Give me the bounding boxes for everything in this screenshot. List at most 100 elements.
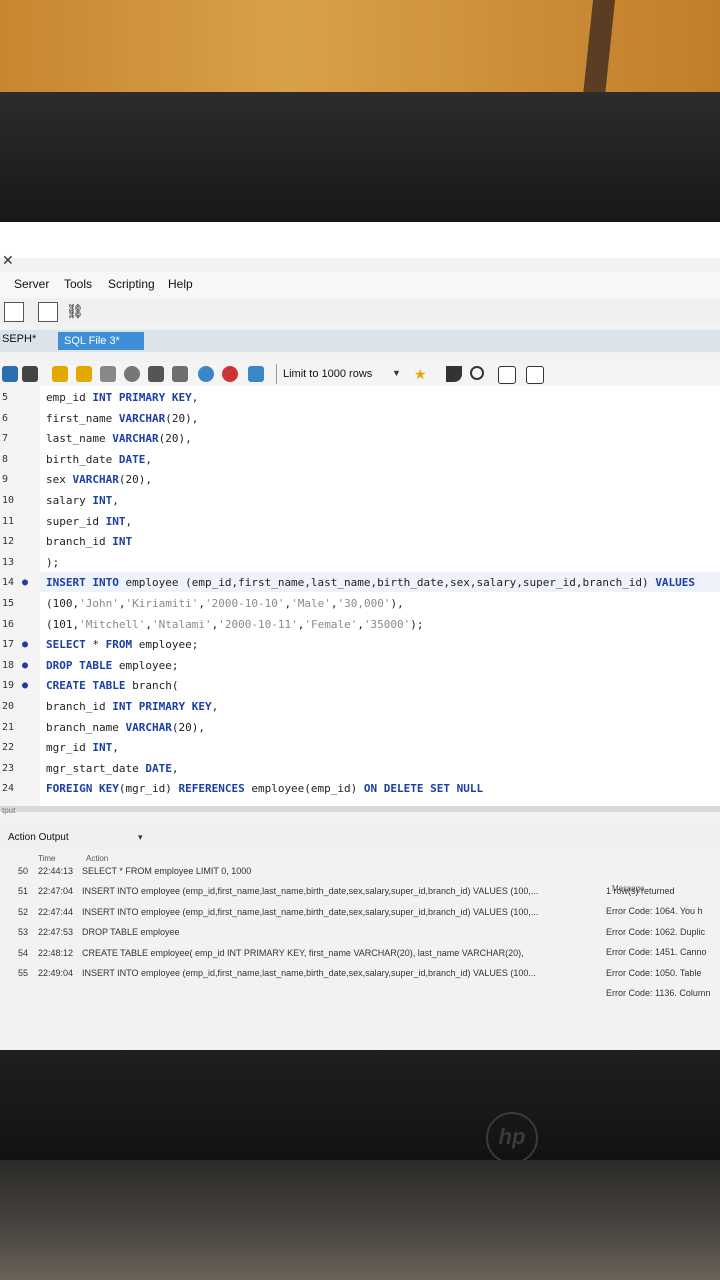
output-action: DROP TABLE employee	[82, 927, 180, 938]
line-number: 23	[2, 762, 15, 774]
output-time: 22:48:12	[38, 947, 74, 958]
code-line[interactable]: branch_id INT PRIMARY KEY,	[46, 700, 218, 713]
server-status-icon[interactable]	[4, 302, 24, 322]
line-number: 11	[2, 515, 15, 527]
panel-splitter[interactable]	[0, 806, 720, 812]
open-file-icon[interactable]	[2, 366, 18, 382]
output-num: 52	[18, 906, 29, 917]
output-action: CREATE TABLE employee( emp_id INT PRIMAR…	[82, 947, 524, 958]
laptop-bezel-top	[0, 92, 720, 232]
chevron-down-icon[interactable]: ▾	[138, 832, 143, 843]
toggle-errors-icon[interactable]	[148, 366, 164, 382]
code-line[interactable]: emp_id INT PRIMARY KEY,	[46, 391, 198, 404]
line-number: 18	[2, 659, 15, 671]
output-num: 55	[18, 968, 29, 978]
execute-icon[interactable]	[52, 366, 68, 382]
statement-marker-icon: ●	[22, 639, 29, 651]
window-titlebar	[0, 222, 720, 258]
commit-icon[interactable]	[198, 366, 214, 382]
line-number: 24	[2, 783, 15, 795]
statement-marker-icon: ●	[22, 659, 29, 671]
laptop-keyboard-area	[0, 1160, 720, 1280]
execute-current-icon[interactable]	[76, 366, 92, 382]
code-line[interactable]: INSERT INTO employee (emp_id,first_name,…	[46, 576, 695, 589]
tab-sql-file[interactable]: SQL File 3*	[58, 332, 144, 350]
line-number: 16	[2, 618, 15, 630]
stop-icon[interactable]	[124, 366, 140, 382]
line-number: 22	[2, 742, 15, 754]
column-header-action[interactable]: Action	[86, 854, 108, 863]
code-line[interactable]: (101,'Mitchell','Ntalami','2000-10-11','…	[46, 618, 424, 631]
line-number: 5	[2, 392, 9, 403]
code-line[interactable]: FOREIGN KEY(mgr_id) REFERENCES employee(…	[46, 782, 483, 795]
line-number: 12	[2, 536, 15, 548]
code-line[interactable]: (100,'John','Kiriamiti','2000-10-10','Ma…	[46, 597, 404, 610]
line-number: 17	[2, 639, 15, 651]
code-line[interactable]: birth_date DATE,	[46, 453, 152, 466]
code-line[interactable]: salary INT,	[46, 494, 119, 507]
rollback-icon[interactable]	[222, 366, 238, 382]
output-num: 54	[18, 947, 29, 958]
code-line[interactable]: SELECT * FROM employee;	[46, 638, 198, 651]
inspector-icon[interactable]	[38, 302, 58, 322]
invisible-chars-icon[interactable]	[498, 366, 516, 384]
output-time: 22:44:13	[38, 866, 74, 876]
output-action: SELECT * FROM employee LIMIT 0, 1000	[82, 866, 252, 876]
wrap-lines-icon[interactable]	[526, 366, 544, 384]
search-icon[interactable]	[470, 366, 484, 380]
line-number: 15	[2, 598, 15, 609]
line-number: 6	[2, 412, 9, 424]
output-num: 53	[18, 927, 29, 938]
line-number: 19	[2, 680, 15, 692]
statement-marker-icon: ●	[22, 577, 29, 589]
output-panel-label: tput	[2, 806, 16, 815]
output-num: 50	[18, 866, 29, 876]
toggle-panel-icon[interactable]	[248, 366, 264, 382]
hp-logo: hp	[486, 1112, 538, 1164]
line-number: 13	[2, 556, 15, 568]
output-message: Error Code: 1062. Duplic	[606, 926, 706, 937]
line-number: 8	[2, 453, 9, 465]
find-icon[interactable]	[446, 366, 462, 382]
output-time: 22:47:53	[38, 927, 74, 938]
code-line[interactable]: super_id INT,	[46, 515, 132, 528]
code-line[interactable]: first_name VARCHAR(20),	[46, 412, 198, 425]
output-time: 22:47:04	[38, 886, 74, 897]
chevron-down-icon[interactable]: ▼	[392, 368, 401, 378]
output-action: INSERT INTO employee (emp_id,first_name,…	[82, 886, 539, 897]
main-toolbar	[0, 300, 720, 324]
connect-icon[interactable]: ⛓	[66, 302, 84, 320]
save-icon[interactable]	[22, 366, 38, 382]
menu-help[interactable]: Help	[168, 277, 193, 291]
line-number: 10	[2, 495, 15, 506]
code-line[interactable]: branch_name VARCHAR(20),	[46, 721, 205, 734]
menu-scripting[interactable]: Scripting	[108, 277, 155, 291]
close-icon[interactable]: ✕	[2, 252, 14, 269]
code-line[interactable]: branch_id INT	[46, 535, 132, 548]
output-time: 22:47:44	[38, 906, 74, 917]
code-line[interactable]: sex VARCHAR(20),	[46, 473, 152, 486]
explain-icon[interactable]	[100, 366, 116, 382]
output-message: Error Code: 1050. Table	[606, 967, 702, 978]
menu-tools[interactable]: Tools	[64, 277, 92, 291]
code-line[interactable]: CREATE TABLE branch(	[46, 679, 178, 692]
output-type-select[interactable]: Action Output	[8, 832, 69, 843]
output-message: Error Code: 1451. Canno	[606, 947, 707, 958]
tab-schema[interactable]: SEPH*	[2, 333, 36, 345]
code-line[interactable]: DROP TABLE employee;	[46, 659, 178, 672]
code-line[interactable]: mgr_start_date DATE,	[46, 762, 178, 775]
line-number: 21	[2, 721, 15, 733]
beautify-icon[interactable]: ★	[414, 366, 430, 382]
output-action: INSERT INTO employee (emp_id,first_name,…	[82, 906, 539, 917]
code-line[interactable]: last_name VARCHAR(20),	[46, 432, 192, 445]
output-message: Error Code: 1136. Column	[606, 988, 711, 998]
line-number: 7	[2, 433, 9, 445]
column-header-time[interactable]: Time	[38, 854, 55, 863]
line-number: 9	[2, 474, 9, 486]
autocommit-icon[interactable]	[172, 366, 188, 382]
laptop-bezel-bottom	[0, 1050, 720, 1160]
menu-server[interactable]: Server	[14, 277, 49, 291]
code-line[interactable]: );	[46, 556, 59, 569]
code-line[interactable]: mgr_id INT,	[46, 741, 119, 754]
output-header	[0, 826, 720, 850]
